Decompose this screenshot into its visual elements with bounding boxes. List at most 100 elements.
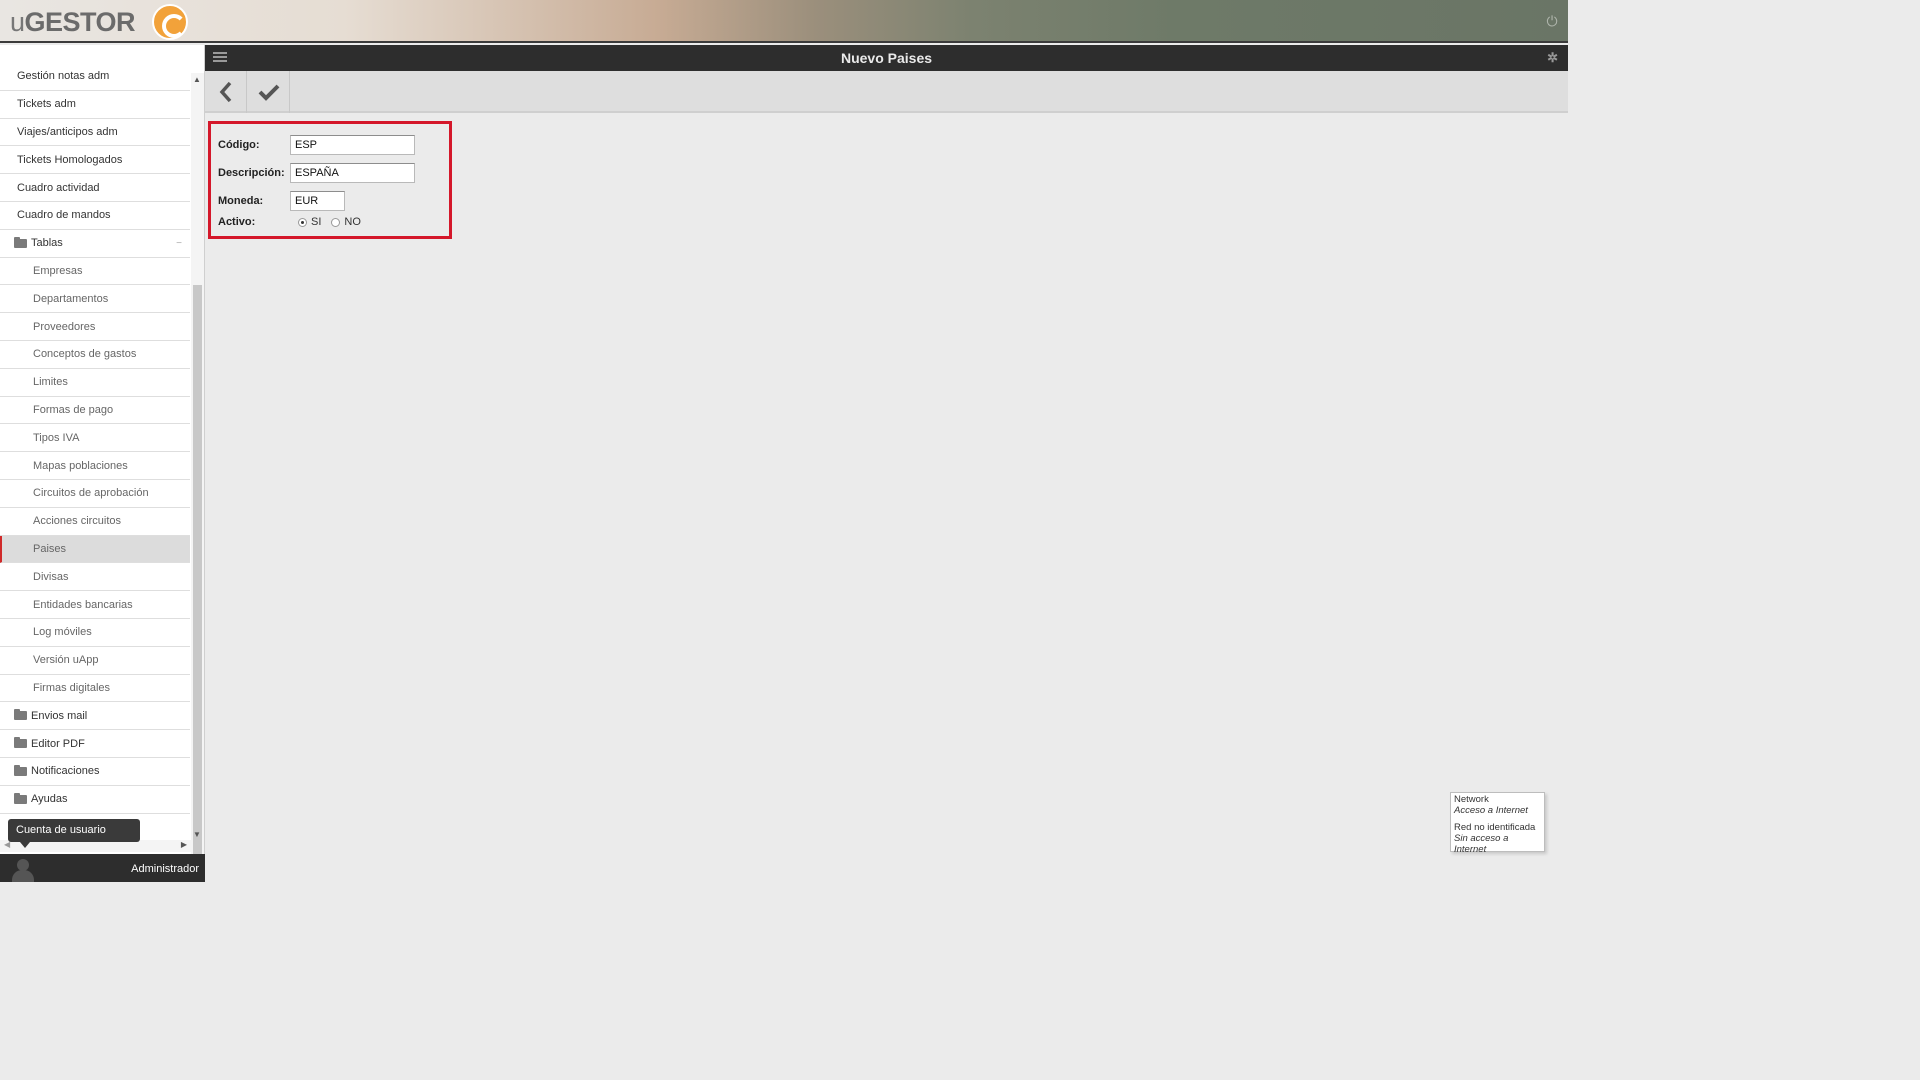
app-logo: uGESTOR: [10, 4, 188, 40]
country-form: Código: ESP Descripción: ESPAÑA Moneda: …: [208, 121, 452, 239]
sidebar-item-label: Limites: [33, 376, 68, 389]
folder-icon: [14, 737, 27, 749]
save-button[interactable]: [248, 71, 290, 113]
sidebar-item-label: Departamentos: [33, 292, 109, 305]
sidebar-item-label: Cuadro de mandos: [17, 209, 111, 222]
sidebar-item-log-móviles[interactable]: Log móviles: [0, 619, 190, 647]
sidebar-item-ayudas[interactable]: Ayudas: [0, 786, 190, 814]
descripcion-row: Descripción: ESPAÑA: [218, 163, 415, 183]
codigo-label: Código:: [218, 139, 260, 151]
sidebar-item-editor-pdf[interactable]: Editor PDF: [0, 730, 190, 758]
scroll-down-arrow-icon[interactable]: ▼: [193, 830, 201, 839]
folder-icon: [14, 764, 27, 776]
folder-icon: [14, 792, 27, 804]
sidebar-item-notificaciones[interactable]: Notificaciones: [0, 758, 190, 786]
sidebar-item-tickets-homologados[interactable]: Tickets Homologados: [0, 146, 190, 175]
menu-toggle-icon[interactable]: [213, 52, 227, 64]
sidebar-item-mapas-poblaciones[interactable]: Mapas poblaciones: [0, 452, 190, 480]
sidebar-item-label: Notificaciones: [31, 765, 100, 778]
sidebar-item-label: Versión uApp: [33, 654, 99, 667]
radio-selected-icon[interactable]: [298, 217, 307, 227]
sidebar-item-tablas[interactable]: Tablas −: [0, 230, 190, 258]
gear-icon[interactable]: ✲: [1547, 50, 1558, 66]
sidebar-item-label: Tablas: [31, 237, 63, 250]
sidebar-item-label: Conceptos de gastos: [33, 348, 137, 361]
activo-label: Activo:: [218, 216, 256, 228]
sidebar-item-label: Circuitos de aprobación: [33, 487, 149, 500]
logo-mark-icon: [152, 4, 188, 40]
moneda-label: Moneda:: [218, 195, 264, 207]
sidebar-item-gestión-notas-adm[interactable]: Gestión notas adm: [0, 63, 190, 91]
avatar-icon[interactable]: [12, 859, 34, 882]
sidebar-item-entidades-bancarias[interactable]: Entidades bancarias: [0, 591, 190, 619]
sidebar-item-label: Ayudas: [31, 793, 68, 806]
user-bar[interactable]: Administrador: [0, 854, 205, 882]
user-name[interactable]: Administrador: [131, 863, 199, 875]
network-status-popup[interactable]: Network Acceso a Internet Red no identif…: [1450, 792, 1545, 855]
sidebar-item-conceptos-de-gastos[interactable]: Conceptos de gastos: [0, 341, 190, 369]
sidebar-item-cuadro-de-mandos[interactable]: Cuadro de mandos: [0, 202, 190, 230]
sidebar-item-label: Viajes/anticipos adm: [17, 125, 118, 138]
scrollbar-thumb[interactable]: [193, 285, 202, 855]
chevron-left-icon: [219, 81, 231, 103]
sidebar-item-divisas[interactable]: Divisas: [0, 563, 190, 592]
page-title-bar: Nuevo Paises ✲: [205, 45, 1568, 71]
sidebar-item-empresas[interactable]: Empresas: [0, 258, 190, 286]
sidebar-item-label: Cuadro actividad: [17, 181, 100, 194]
sidebar-item-acciones-circuitos[interactable]: Acciones circuitos: [0, 508, 190, 536]
sidebar-item-tipos-iva[interactable]: Tipos IVA: [0, 424, 190, 453]
sidebar-item-label: Formas de pago: [33, 403, 114, 416]
sidebar-item-proveedores[interactable]: Proveedores: [0, 313, 190, 341]
sidebar-item-label: Proveedores: [33, 320, 96, 333]
logo-prefix: u: [10, 6, 25, 37]
sidebar-menu: Gestión notas adm Tickets adm Viajes/antic…: [0, 63, 190, 814]
sidebar-item-tickets-adm[interactable]: Tickets adm: [0, 91, 190, 119]
sidebar-item-label: Acciones circuitos: [33, 515, 122, 528]
activo-radio-no[interactable]: NO: [331, 216, 361, 228]
sidebar-item-label: Log móviles: [33, 626, 92, 639]
sidebar-item-label: Entidades bancarias: [33, 598, 133, 611]
activo-radio-si[interactable]: SI: [298, 216, 321, 228]
network-title: Network: [1454, 794, 1489, 805]
scroll-up-arrow-icon[interactable]: ▲: [193, 75, 201, 84]
moneda-input[interactable]: EUR: [290, 191, 345, 211]
sidebar-item-label: Editor PDF: [31, 737, 85, 750]
user-account-tooltip: Cuenta de usuario: [8, 819, 140, 848]
sidebar-item-label: Divisas: [33, 570, 69, 583]
codigo-row: Código: ESP: [218, 135, 415, 155]
toolbar: [205, 71, 1568, 113]
sidebar-vertical-scrollbar[interactable]: [191, 73, 204, 868]
sidebar-item-cuadro-actividad[interactable]: Cuadro actividad: [0, 174, 190, 202]
power-icon[interactable]: ⏻: [1544, 13, 1560, 29]
radio-unselected-icon[interactable]: [331, 217, 341, 227]
back-button[interactable]: [205, 71, 247, 113]
top-header: uGESTOR ⏻: [0, 0, 1568, 43]
sidebar-item-label: Empresas: [33, 264, 83, 277]
sidebar-item-envios-mail[interactable]: Envios mail: [0, 702, 190, 731]
activo-option-si: SI: [311, 216, 322, 228]
sidebar-item-viajes-anticipos-adm[interactable]: Viajes/anticipos adm: [0, 119, 190, 147]
sidebar-item-departamentos[interactable]: Departamentos: [0, 285, 190, 314]
sidebar-item-label: Gestión notas adm: [17, 70, 110, 83]
sidebar-item-limites[interactable]: Limites: [0, 369, 190, 397]
sidebar-item-circuitos-de-aprobación[interactable]: Circuitos de aprobación: [0, 480, 190, 508]
sidebar-item-versión-uapp[interactable]: Versión uApp: [0, 647, 190, 675]
descripcion-label: Descripción:: [218, 167, 285, 179]
sidebar-item-formas-de-pago[interactable]: Formas de pago: [0, 397, 190, 425]
collapse-icon[interactable]: −: [176, 238, 182, 249]
sidebar-item-label: Paises: [33, 542, 67, 555]
scroll-right-arrow-icon[interactable]: ▶: [181, 840, 187, 849]
moneda-row: Moneda: EUR: [218, 191, 345, 211]
network-status-1: Acceso a Internet: [1454, 805, 1528, 816]
sidebar-item-firmas-digitales[interactable]: Firmas digitales: [0, 675, 190, 703]
activo-row: Activo: SI NO: [218, 216, 371, 228]
folder-icon: [14, 709, 27, 721]
sidebar-item-label: Envios mail: [31, 709, 88, 722]
sidebar-item-paises[interactable]: Paises: [0, 535, 190, 564]
sidebar-item-label: Tickets Homologados: [17, 153, 123, 166]
sidebar-item-label: Mapas poblaciones: [33, 459, 128, 472]
page-title: Nuevo Paises: [840, 50, 933, 66]
descripcion-input[interactable]: ESPAÑA: [290, 163, 415, 183]
codigo-input[interactable]: ESP: [290, 135, 415, 155]
folder-icon: [14, 236, 27, 248]
